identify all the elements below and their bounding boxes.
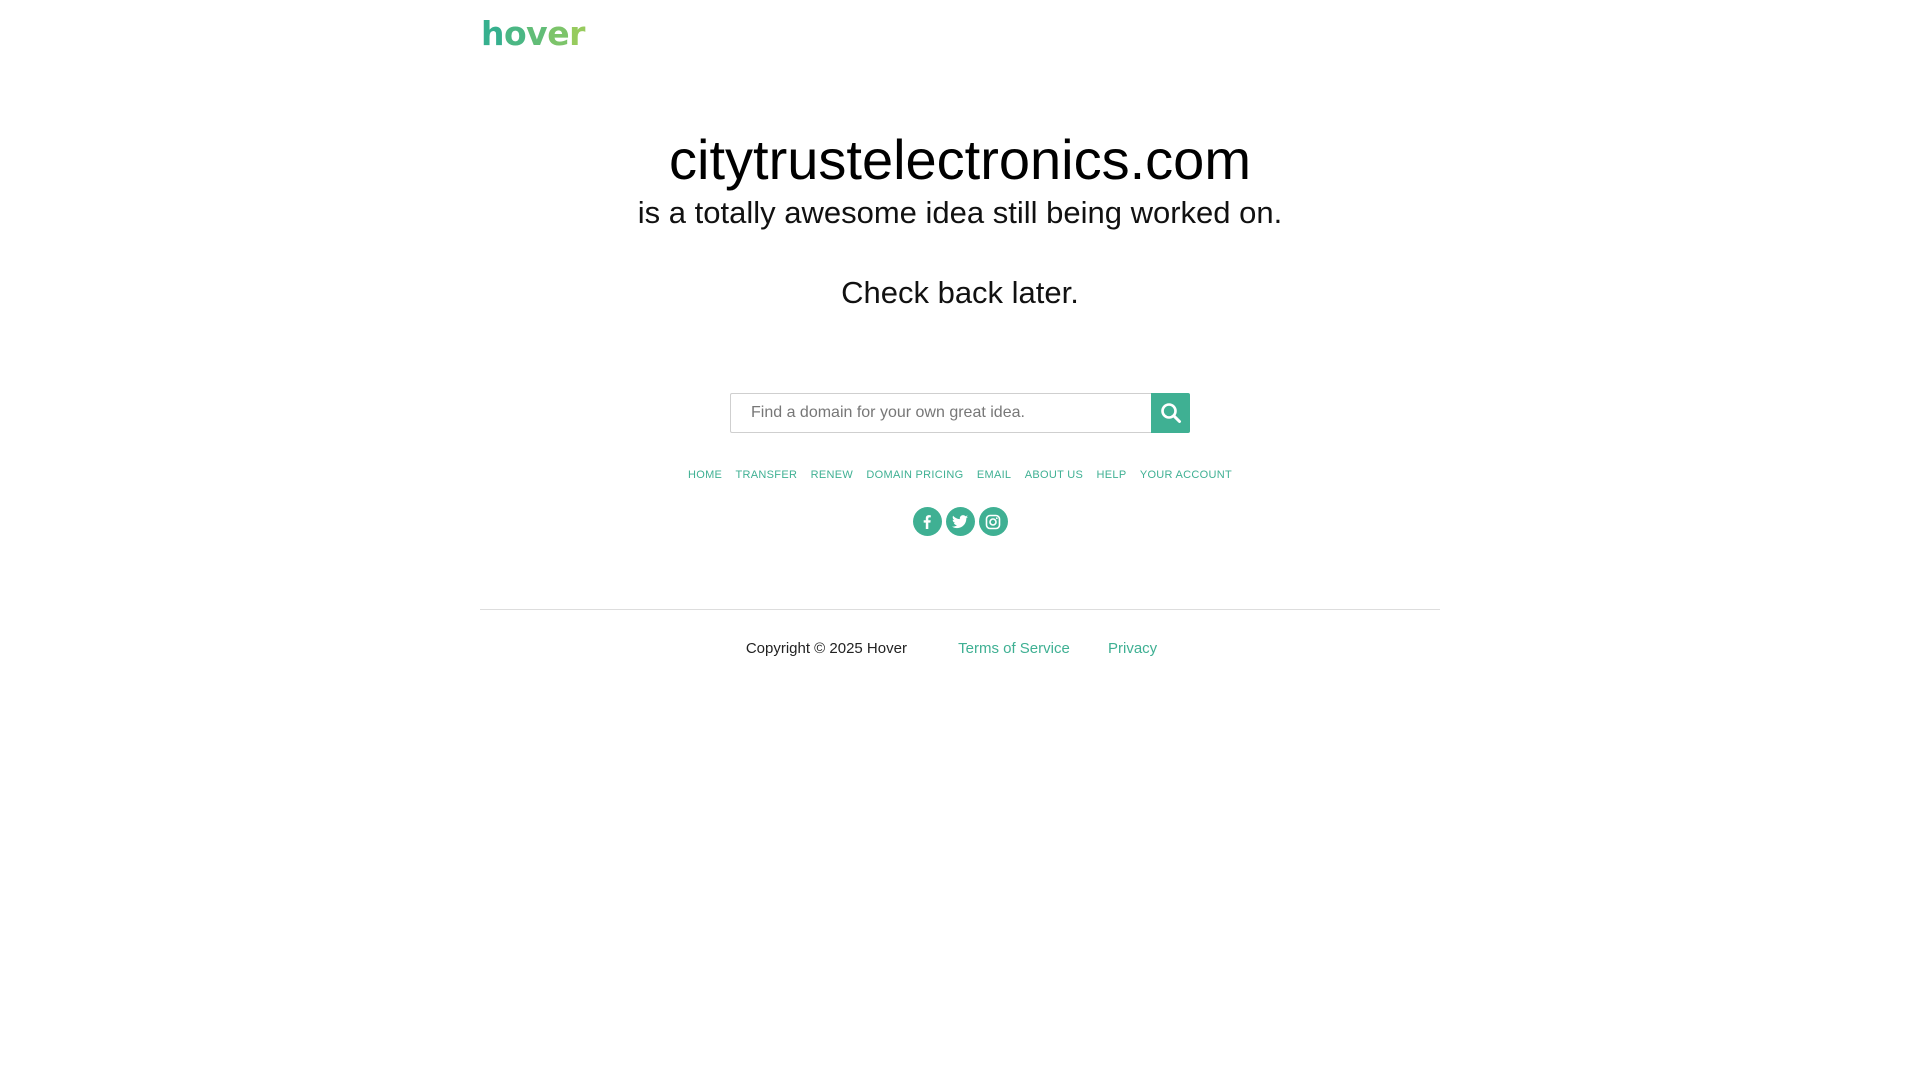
- logo-letter: r: [569, 14, 585, 53]
- social-links: [0, 507, 1920, 536]
- nav-help[interactable]: HELP: [1097, 469, 1127, 481]
- nav-your-account[interactable]: YOUR ACCOUNT: [1140, 469, 1232, 481]
- logo-letter: v: [526, 14, 548, 53]
- instagram-icon: [985, 514, 1001, 529]
- page: hover citytrustelectronics.com is a tota…: [0, 0, 1920, 1080]
- nav-about-us[interactable]: ABOUT US: [1025, 469, 1083, 481]
- search-icon: [1160, 403, 1181, 423]
- check-back-text: Check back later.: [841, 275, 1079, 310]
- facebook-link[interactable]: [912, 507, 942, 536]
- instagram-link[interactable]: [978, 507, 1008, 536]
- domain-search-input[interactable]: [730, 393, 1151, 433]
- nav-domain-pricing[interactable]: DOMAIN PRICING: [866, 469, 963, 481]
- nav-renew[interactable]: RENEW: [811, 469, 853, 481]
- hover-logo[interactable]: hover: [481, 14, 585, 54]
- logo-letter: h: [481, 14, 505, 53]
- footer-nav: HOME TRANSFER RENEW DOMAIN PRICING EMAIL…: [0, 468, 1920, 482]
- copyright-text: Copyright © 2025 Hover: [745, 640, 907, 657]
- terms-of-service-link[interactable]: Terms of Service: [958, 640, 1070, 657]
- logo-letter: o: [504, 14, 527, 53]
- footer: Copyright © 2025 Hover Terms of Service …: [0, 640, 1920, 658]
- footer-divider: [480, 609, 1440, 610]
- logo-letter: e: [547, 14, 570, 53]
- privacy-link[interactable]: Privacy: [1108, 640, 1157, 657]
- facebook-icon: [923, 514, 931, 529]
- twitter-icon: [952, 514, 968, 528]
- nav-home[interactable]: HOME: [688, 469, 722, 481]
- tagline: is a totally awesome idea still being wo…: [637, 195, 1283, 230]
- twitter-link[interactable]: [945, 507, 975, 536]
- nav-email[interactable]: EMAIL: [977, 469, 1012, 481]
- nav-transfer[interactable]: TRANSFER: [736, 469, 798, 481]
- domain-name: citytrustelectronics.com: [669, 128, 1251, 191]
- search-button[interactable]: [1151, 393, 1190, 433]
- domain-search-form: [730, 393, 1190, 433]
